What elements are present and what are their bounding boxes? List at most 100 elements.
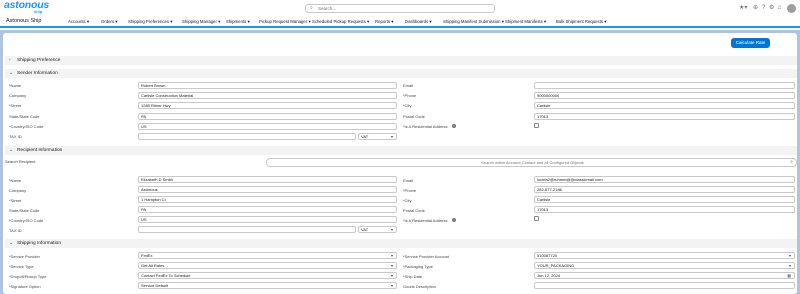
sender-email-input[interactable] — [534, 82, 795, 89]
recipient-name-input[interactable]: Elizabeth D Smith — [138, 176, 397, 183]
sender-city-input[interactable]: Carlisle — [534, 102, 795, 109]
notifications-icon[interactable]: ♫ — [777, 5, 782, 11]
recipient-postal-label: Postal Code — [403, 208, 425, 213]
ship-date-input[interactable]: Jun 12, 2024 ▦ — [534, 272, 795, 279]
recipient-phone-label: *Phone — [403, 188, 417, 193]
ship-date-value: Jun 12, 2024 — [537, 273, 561, 278]
add-icon[interactable]: ⊕ — [753, 5, 758, 11]
section-recipient-information[interactable]: ⌄ Recipient Information — [5, 146, 797, 155]
search-icon: ⌕ — [310, 5, 313, 11]
recipient-postal-input[interactable]: 17013 — [534, 206, 795, 213]
sender-tax-type-select[interactable]: VAT — [358, 133, 397, 140]
section-title: Shipping Preference — [17, 58, 61, 63]
global-header: astonous ship ⌕ Search... ★▾ ⊕ ? ⚙ ♫ — [0, 0, 800, 15]
ship-date-label: *Ship Date — [403, 274, 423, 279]
sender-state-label: State/State Code — [9, 114, 40, 119]
service-type-select[interactable]: Get All Rates — [138, 262, 397, 269]
recipient-tax-type-select[interactable]: VAT — [358, 226, 397, 233]
section-shipping-preference[interactable]: › Shipping Preference — [5, 56, 797, 65]
sender-state-input[interactable]: PA — [138, 113, 397, 120]
favorites-icon[interactable]: ★▾ — [739, 5, 747, 11]
nav-item-dashboards[interactable]: Dashboards ▾ — [405, 19, 432, 25]
nav-item-shipments[interactable]: Shipments ▾ — [226, 19, 250, 25]
sender-email-label: Email — [403, 83, 414, 88]
nav-item-bulk-shipment-requests[interactable]: Bulk Shipment Requests ▾ — [556, 19, 606, 25]
nav-item-shipping-manager[interactable]: Shipping Manager ▾ — [182, 19, 220, 25]
recipient-country-input[interactable]: US — [138, 216, 397, 223]
sender-country-input[interactable]: US — [138, 123, 397, 130]
sender-phone-input[interactable]: 9000000000 — [534, 92, 795, 99]
global-search-input[interactable]: ⌕ Search... — [305, 4, 495, 13]
nav-item-accounts[interactable]: Accounts ▾ — [68, 19, 89, 25]
sender-residential-checkbox[interactable] — [534, 123, 539, 128]
sender-phone-label: *Phone — [403, 93, 417, 98]
settings-icon[interactable]: ⚙ — [769, 5, 774, 11]
sender-postal-label: Postal Code — [403, 114, 425, 119]
help-icon[interactable]: ? — [762, 5, 765, 11]
recipient-residential-checkbox[interactable] — [534, 216, 539, 221]
recipient-street-label: *Street — [9, 198, 22, 203]
dropoff-type-select[interactable]: Contact FedEx To Schedule — [138, 272, 397, 279]
avatar[interactable] — [787, 4, 796, 13]
nav-item-reports[interactable]: Reports ▾ — [375, 19, 393, 25]
sender-city-label: *City — [403, 103, 412, 108]
recipient-email-input[interactable]: lucirfa2@ruhmm@@classicmail.com — [534, 176, 795, 183]
sender-street-input[interactable]: 1285 Ritner Hwy — [138, 102, 397, 109]
section-title: Sender Information — [17, 71, 58, 76]
sender-postal-input[interactable]: 17013 — [534, 113, 795, 120]
nav-item-shipment-manifests[interactable]: Shipment Manifests ▾ — [505, 19, 546, 25]
service-provider-account-select[interactable]: 510087720 — [534, 252, 795, 259]
chevron-down-icon: ⌄ — [9, 71, 14, 76]
recipient-company-input[interactable]: Astonous — [138, 186, 397, 193]
service-type-label: *Service Type — [9, 264, 34, 269]
nav-item-orders[interactable]: Orders ▾ — [101, 19, 118, 25]
nav-item-shipping-preferences[interactable]: Shipping Preferences ▾ — [128, 19, 172, 25]
recipient-phone-input[interactable]: 282-877-2186 — [534, 186, 795, 193]
dropoff-type-label: *Dropoff/Pickup Type — [9, 274, 47, 279]
app-logo[interactable]: astonous ship — [4, 0, 49, 15]
section-sender-information[interactable]: ⌄ Sender Information — [5, 69, 797, 78]
sender-tax-input[interactable] — [138, 133, 356, 140]
sender-company-input[interactable]: Carlisle Construction Material — [138, 92, 397, 99]
sender-street-label: *Street — [9, 103, 22, 108]
section-title: Recipient Information — [17, 148, 63, 153]
nav-item-scheduled-pickup-requests[interactable]: Scheduled Pickup Requests ▾ — [312, 19, 369, 25]
search-recipient-label: Search Recipient — [5, 159, 36, 164]
recipient-country-label: *Country/ISO Code — [9, 218, 44, 223]
info-icon[interactable]: i — [452, 124, 456, 128]
recipient-state-label: State/State Code — [9, 208, 40, 213]
recipient-tax-input[interactable] — [138, 226, 356, 233]
service-provider-label: *Service Provider — [9, 254, 40, 259]
recipient-street-input[interactable]: 1 Hampton Ct — [138, 196, 397, 203]
recipient-search-input[interactable]: Search within Account,Contact and all Co… — [266, 158, 797, 167]
app-navigation: ⋮⋮ Astonous Ship Accounts ▾ Orders ▾ Shi… — [0, 15, 800, 28]
recipient-search-placeholder: Search within Account,Contact and all Co… — [481, 160, 584, 165]
recipient-state-input[interactable]: PA — [138, 206, 397, 213]
packaging-type-label: *Packaging Type — [403, 264, 433, 269]
calculate-rate-button[interactable]: Calculate Rate — [731, 38, 770, 48]
recipient-tax-label: TAX ID — [9, 228, 22, 233]
search-icon: ⌕ — [790, 159, 793, 165]
recipient-city-input[interactable]: Carlisle — [534, 196, 795, 203]
goods-description-label: Goods Description — [403, 284, 436, 289]
goods-description-input[interactable] — [534, 282, 795, 289]
sender-name-input[interactable]: Robert Brown — [138, 82, 397, 89]
info-icon[interactable]: i — [452, 218, 456, 222]
signature-option-label: *Signature Option — [9, 284, 41, 289]
packaging-type-select[interactable]: YOUR_PACKAGING — [534, 262, 795, 269]
logo-subtext: ship — [34, 9, 43, 14]
signature-option-select[interactable]: Service Default — [138, 282, 397, 289]
service-provider-select[interactable]: FedEx — [138, 252, 397, 259]
recipient-email-label: Email — [403, 178, 414, 183]
section-shipping-information[interactable]: ⌄ Shipping Information — [5, 239, 797, 248]
chevron-down-icon: ⌄ — [9, 148, 14, 153]
nav-item-shipping-manifest-submission[interactable]: Shipping Manifest Submission ▾ — [443, 19, 504, 25]
chevron-right-icon: › — [9, 58, 11, 63]
chevron-down-icon: ⌄ — [9, 241, 14, 246]
recipient-city-label: *City — [403, 198, 412, 203]
recipient-name-label: *Name — [9, 178, 22, 183]
nav-item-pickup-request-manager[interactable]: Pickup Request Manager ▾ — [259, 19, 311, 25]
sender-residential-label: *Is A Residential Address — [403, 124, 448, 129]
calendar-icon[interactable]: ▦ — [787, 273, 791, 278]
service-provider-account-label: *Service Provider Account — [403, 254, 450, 259]
